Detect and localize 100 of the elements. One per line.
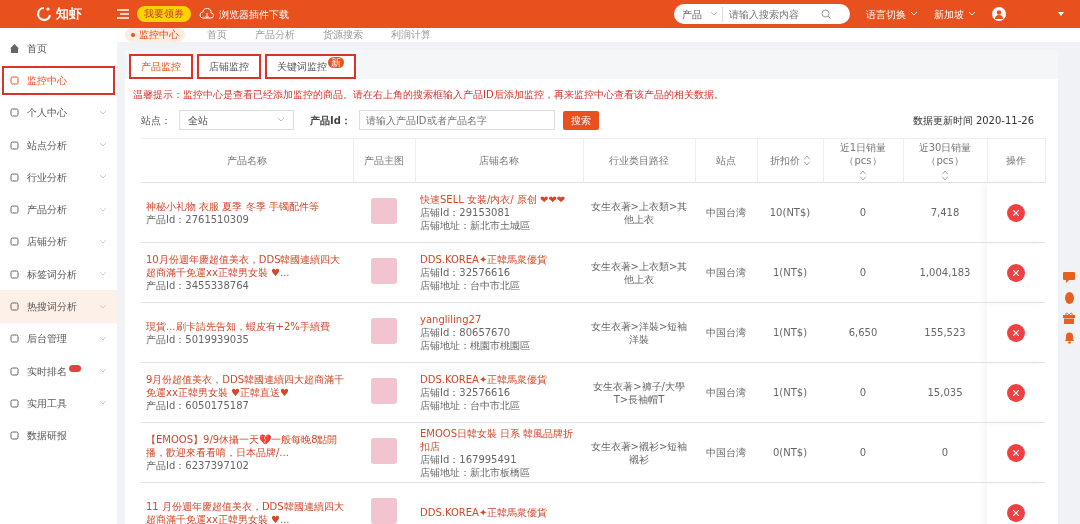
square-icon	[10, 108, 19, 118]
column-header: 折扣价	[770, 154, 810, 167]
shop-name-link[interactable]: 快速SELL 女装/内衣/ 原创 ❤❤❤	[420, 193, 578, 206]
sort-icon[interactable]	[860, 171, 866, 180]
table-cell-text: 1(NT$)	[772, 387, 808, 398]
table-cell-text: 中国台湾	[706, 387, 746, 398]
sidebar-item[interactable]: 店铺分析	[0, 225, 117, 259]
home-icon	[10, 43, 19, 53]
table-cell-text: 0(NT$)	[772, 447, 808, 458]
update-time-text: 数据更新时间 2020-11-26	[912, 113, 1034, 128]
product-name-link[interactable]: 【EMOOS】9/9休攝一天💔一般每晚8點開播，歡迎來看看唷，日本品牌/...	[146, 433, 348, 459]
shop-id-text: 店铺Id：32576616	[420, 266, 512, 279]
sidebar-item[interactable]: 个人中心	[0, 96, 117, 129]
delete-button[interactable]	[1007, 203, 1025, 222]
site-select[interactable]: 全站	[179, 110, 294, 130]
product-name-link[interactable]: 現貨...刷卡請先告知，蝦皮有+2%手續費	[146, 319, 348, 333]
sidebar-item[interactable]: 首页	[0, 32, 117, 65]
table-cell-text: 0	[859, 207, 867, 218]
product-id-text: 产品Id：6237397102	[146, 459, 250, 472]
sidebar-item[interactable]: 产品分析	[0, 193, 117, 226]
menu-icon[interactable]	[117, 9, 129, 19]
table-cell-text: 10(NT$)	[769, 207, 811, 218]
table-cell-text: 0	[859, 387, 867, 398]
sidebar-item[interactable]: 站点分析	[0, 128, 117, 162]
table-cell-text: 女生衣著>褲子/大學T>長袖帽T	[593, 380, 685, 405]
breadcrumb-tag[interactable]: 首页	[201, 28, 233, 42]
shop-name-link[interactable]: DDS.KOREA✦正韓馬衆優貨	[420, 373, 578, 386]
photo-placeholder	[371, 258, 397, 284]
sidebar-item[interactable]: 实时排名	[0, 354, 117, 388]
table-cell-text: 女生衣著>上衣類>其他上衣	[590, 260, 688, 285]
search-button[interactable]: 搜索	[562, 110, 599, 130]
tab[interactable]: 产品监控	[129, 54, 193, 79]
gift-icon[interactable]	[1063, 312, 1075, 324]
close-icon	[1013, 269, 1019, 276]
shop-address-text: 店铺地址：桃園市桃園區	[420, 339, 531, 352]
sidebar-item[interactable]: 热搜词分析	[0, 290, 117, 323]
search-input[interactable]: 请输入搜索内容	[727, 5, 817, 23]
product-name-link[interactable]: 10月份週年慶超值美衣，DDS韓國連續四大超商滿千免運xx正韓男女裝 ♥...	[146, 253, 348, 279]
coupon-button[interactable]: 我要领券	[137, 6, 191, 22]
table-cell-text: 中国台湾	[706, 327, 746, 338]
sidebar-item[interactable]: 数据研报	[0, 419, 117, 452]
sidebar-item[interactable]: 行业分析	[0, 161, 117, 194]
sort-icon[interactable]	[942, 171, 948, 180]
close-icon	[1013, 509, 1019, 516]
tab[interactable]: 关键词监控 新	[265, 54, 356, 79]
table-cell-text: 中国台湾	[706, 447, 746, 458]
site-label: 站点：	[141, 113, 171, 128]
product-id-label: 产品Id：	[310, 113, 351, 128]
product-name-link[interactable]: 9月份超值美衣，DDS韓國連續四大超商滿千免運xx正韓男女裝 ♥正韓直送♥	[146, 373, 348, 399]
column-header: 近30日销量（pcs）	[905, 141, 985, 180]
sidebar-item[interactable]: 实用工具	[0, 387, 117, 420]
table-cell-text: 155,523	[924, 327, 966, 338]
delete-button[interactable]	[1007, 443, 1025, 462]
plugin-download-link[interactable]: 浏览器插件下载	[199, 6, 289, 22]
breadcrumb-tag[interactable]: 产品分析	[249, 28, 301, 42]
table-cell-text: 女生衣著>上衣類>其他上衣	[590, 200, 688, 225]
delete-button[interactable]	[1007, 383, 1025, 402]
new-badge: 新	[328, 57, 344, 68]
product-id-text: 产品Id：5019939035	[146, 332, 250, 346]
product-id-text: 产品Id：2761510309	[146, 212, 250, 226]
table-cell-text: 0	[941, 447, 949, 458]
product-name-link[interactable]: 11 月份週年慶超值美衣，DDS韓國連續四大超商滿千免運xx正韓男女裝 ♥...	[146, 499, 348, 524]
user-avatar-icon[interactable]	[992, 7, 1006, 21]
photo-placeholder	[371, 318, 397, 344]
square-icon	[10, 140, 19, 150]
delete-button[interactable]	[1007, 263, 1025, 282]
square-icon	[10, 334, 19, 344]
sidebar-item[interactable]: 监控中心	[0, 64, 117, 97]
product-id-text: 产品Id：3455338764	[146, 279, 250, 292]
shop-name-link[interactable]: EMOOS日韓女裝 日系 韓風品牌折扣店	[420, 426, 578, 453]
tab[interactable]: 店铺监控	[197, 54, 261, 79]
sidebar-item[interactable]: 后台管理	[0, 322, 117, 355]
table-cell-text: 1(NT$)	[772, 327, 808, 338]
product-name-link[interactable]: 神秘小礼物 衣服 夏季 冬季 手镯配件等	[146, 199, 348, 213]
breadcrumb-tag[interactable]: 监控中心	[125, 28, 185, 42]
header-menu[interactable]: 语言切换	[866, 6, 918, 22]
photo-placeholder	[371, 378, 397, 404]
delete-button[interactable]	[1007, 503, 1025, 522]
shop-address-text: 店铺地址：新北市板橋區	[420, 465, 531, 479]
column-header: 产品主图	[364, 154, 404, 167]
product-id-field[interactable]: 请输入产品ID或者产品名字	[358, 110, 555, 130]
search-field[interactable]: 产品 请输入搜索内容	[674, 4, 850, 24]
delete-button[interactable]	[1007, 323, 1025, 342]
bell-icon[interactable]	[1063, 332, 1075, 344]
breadcrumb-tag[interactable]: 货源搜索	[317, 28, 369, 42]
square-icon	[10, 172, 19, 182]
search-icon	[821, 9, 831, 19]
sidebar-item[interactable]: 标签词分析	[0, 258, 117, 291]
breadcrumb-tag[interactable]: 利润计算	[385, 28, 437, 42]
shop-name-link[interactable]: DDS.KOREA✦正韓馬衆優貨	[420, 253, 578, 266]
shop-name-link[interactable]: yangliling27	[420, 313, 578, 326]
shop-name-link[interactable]: DDS.KOREA✦正韓馬衆優貨	[420, 506, 578, 519]
chevron-down-icon	[910, 11, 918, 17]
chat-icon[interactable]	[1063, 272, 1075, 283]
header-menu[interactable]: 新加坡	[934, 6, 976, 22]
scope-select[interactable]: 产品	[682, 6, 723, 22]
square-icon	[10, 366, 19, 376]
column-header: 产品名称	[226, 154, 267, 167]
close-icon	[1013, 449, 1019, 456]
sort-icon[interactable]	[804, 156, 810, 165]
